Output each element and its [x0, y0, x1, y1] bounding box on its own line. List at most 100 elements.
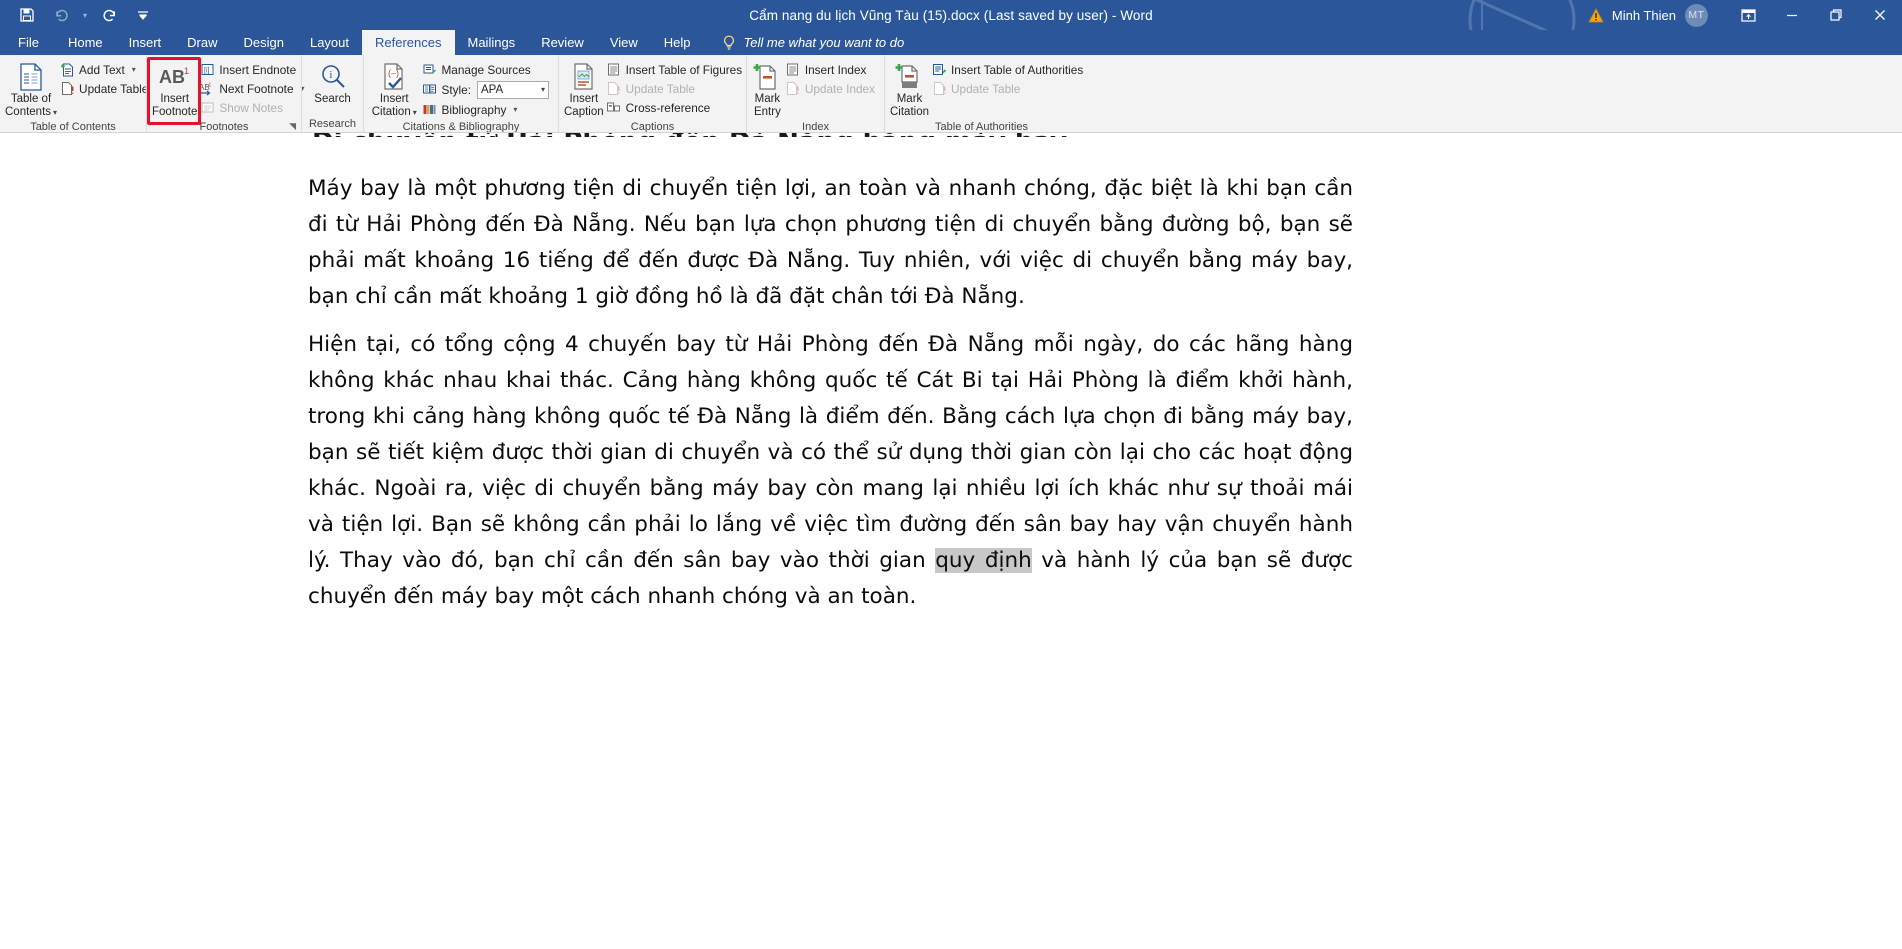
avatar[interactable]: MT — [1685, 3, 1708, 27]
svg-text:[i]: [i] — [204, 68, 210, 75]
save-icon[interactable] — [10, 1, 44, 29]
insert-citation-label-line1: Insert — [379, 93, 409, 105]
document-area[interactable]: Di chuyển từ Hải Phòng đến Đà Nẵng bằng … — [0, 133, 1902, 947]
next-footnote-button[interactable]: AB 1 Next Footnote ▾ — [197, 79, 308, 98]
insert-citation-button[interactable]: (–) Insert Citation ▾ — [369, 58, 419, 119]
manage-sources-icon — [421, 62, 437, 78]
toc-small-buttons: Add Text ▾ Update Table — [57, 58, 152, 98]
title-bar: ▾ Cẩm nang du lịch Vũng Tàu (15).docx (L… — [0, 0, 1902, 30]
chevron-down-icon: ▾ — [540, 85, 545, 94]
tab-home[interactable]: Home — [55, 30, 116, 55]
redo-icon[interactable] — [92, 1, 126, 29]
insert-index-icon — [785, 62, 801, 78]
chevron-down-icon: ▾ — [131, 65, 136, 74]
search-button[interactable]: i Search — [307, 58, 358, 106]
ribbon-display-options-icon[interactable] — [1726, 0, 1770, 30]
document-paragraph-1[interactable]: Máy bay là một phương tiện di chuyển tiệ… — [308, 171, 1353, 315]
table-of-contents-label-line2: Contents — [5, 106, 52, 118]
update-table-icon — [931, 81, 947, 97]
insert-footnote-button[interactable]: AB 1 Insert Footnote — [152, 58, 197, 119]
mark-citation-button[interactable]: Mark Citation — [890, 58, 929, 119]
update-table-toa-button: Update Table — [929, 79, 1087, 98]
cross-reference-icon — [606, 100, 622, 116]
next-footnote-icon: AB 1 — [199, 81, 215, 97]
manage-sources-button[interactable]: Manage Sources — [419, 60, 553, 79]
tab-mailings[interactable]: Mailings — [455, 30, 529, 55]
title-bar-right: Minh Thien MT — [1588, 0, 1902, 30]
update-index-label: Update Index — [804, 81, 875, 96]
tab-layout[interactable]: Layout — [297, 30, 362, 55]
insert-table-of-authorities-button[interactable]: Insert Table of Authorities — [929, 60, 1087, 79]
right-margin — [1503, 133, 1902, 947]
insert-endnote-button[interactable]: [i] Insert Endnote — [197, 60, 308, 79]
bibliography-button[interactable]: Bibliography ▾ — [419, 100, 553, 119]
index-small-buttons: Insert Index Update Index — [783, 58, 879, 98]
customize-qat-icon[interactable] — [126, 1, 160, 29]
add-text-icon — [59, 62, 75, 78]
bibliography-icon — [421, 102, 437, 118]
ribbon-group-table-of-contents: Table of Contents ▾ Add Text ▾ Update Tab… — [0, 55, 148, 133]
ribbon-group-citations-and-bibliography: (–) Insert Citation ▾ Manage Sources Styl… — [363, 55, 558, 132]
style-row: Style: APA ▾ — [419, 79, 553, 100]
insert-footnote-label-line1: Insert — [160, 93, 190, 105]
insert-footnote-icon: AB 1 — [158, 61, 192, 93]
ribbon: Table of Contents ▾ Add Text ▾ Update Tab… — [0, 55, 1902, 133]
mark-citation-label-line1: Mark — [896, 93, 923, 105]
undo-icon[interactable] — [44, 1, 78, 29]
user-name[interactable]: Minh Thien — [1612, 8, 1676, 23]
insert-table-of-authorities-label: Insert Table of Authorities — [951, 62, 1084, 77]
add-text-label: Add Text — [79, 62, 125, 77]
warning-icon[interactable] — [1588, 7, 1604, 23]
tab-help[interactable]: Help — [651, 30, 704, 55]
undo-dropdown-caret-icon[interactable]: ▾ — [78, 1, 92, 29]
mark-entry-button[interactable]: Mark Entry — [752, 58, 783, 119]
insert-caption-button[interactable]: Insert Caption — [564, 58, 604, 119]
toa-small-buttons: Insert Table of Authorities Update Table — [929, 58, 1087, 98]
svg-text:1: 1 — [184, 66, 189, 76]
mark-citation-label-line2: Citation — [890, 106, 929, 118]
tab-review[interactable]: Review — [528, 30, 597, 55]
tab-references[interactable]: References — [362, 30, 455, 55]
tab-view[interactable]: View — [597, 30, 651, 55]
update-table-toa-label: Update Table — [951, 81, 1021, 96]
footnotes-dialog-launcher-icon[interactable]: ◥ — [289, 118, 296, 132]
insert-caption-label-line2: Caption — [564, 106, 604, 118]
show-notes-label: Show Notes — [219, 100, 284, 115]
lightbulb-icon — [722, 35, 736, 51]
cross-reference-button[interactable]: Cross-reference — [604, 98, 747, 117]
update-table-icon — [59, 81, 75, 97]
citation-style-value: APA — [481, 83, 504, 96]
tab-insert[interactable]: Insert — [116, 30, 175, 55]
document-page[interactable]: Di chuyển từ Hải Phòng đến Đà Nẵng bằng … — [136, 133, 1503, 947]
tab-design[interactable]: Design — [231, 30, 297, 55]
document-paragraph-2[interactable]: Hiện tại, có tổng cộng 4 chuyến bay từ H… — [308, 327, 1353, 615]
tab-draw[interactable]: Draw — [174, 30, 230, 55]
insert-index-button[interactable]: Insert Index — [783, 60, 879, 79]
tab-file[interactable]: File — [0, 30, 55, 55]
restore-button[interactable] — [1814, 0, 1858, 30]
update-index-button: Update Index — [783, 79, 879, 98]
table-of-contents-button[interactable]: Table of Contents ▾ — [5, 58, 57, 119]
tell-me-label: Tell me what you want to do — [743, 35, 905, 50]
style-label: Style: — [441, 82, 471, 97]
insert-table-of-figures-label: Insert Table of Figures — [625, 62, 743, 77]
show-notes-icon — [199, 100, 215, 116]
table-of-contents-label-line1: Table of — [10, 93, 52, 105]
update-table-label: Update Table — [79, 81, 149, 96]
captions-small-buttons: Insert Table of Figures Update Table Cro… — [604, 58, 747, 117]
close-button[interactable] — [1858, 0, 1902, 30]
update-table-button[interactable]: Update Table — [57, 79, 152, 98]
ribbon-group-index: Mark Entry Insert Index Update Index Ind… — [746, 55, 884, 132]
svg-text:1: 1 — [209, 83, 212, 89]
insert-table-of-figures-button[interactable]: Insert Table of Figures — [604, 60, 747, 79]
add-text-button[interactable]: Add Text ▾ — [57, 60, 152, 79]
update-table-icon — [606, 81, 622, 97]
group-label-footnotes: Footnotes ◥ — [147, 118, 301, 132]
ribbon-group-table-of-authorities: Mark Citation Insert Table of Authoritie… — [884, 55, 1083, 132]
minimize-button[interactable] — [1770, 0, 1814, 30]
citation-style-select[interactable]: APA ▾ — [477, 80, 549, 99]
group-label-citations-and-bibliography: Citations & Bibliography — [402, 121, 520, 133]
ribbon-group-captions: Insert Caption Insert Table of Figures U… — [558, 55, 746, 132]
selected-text[interactable]: quy định — [935, 548, 1032, 573]
tell-me-search[interactable]: Tell me what you want to do — [722, 30, 905, 55]
